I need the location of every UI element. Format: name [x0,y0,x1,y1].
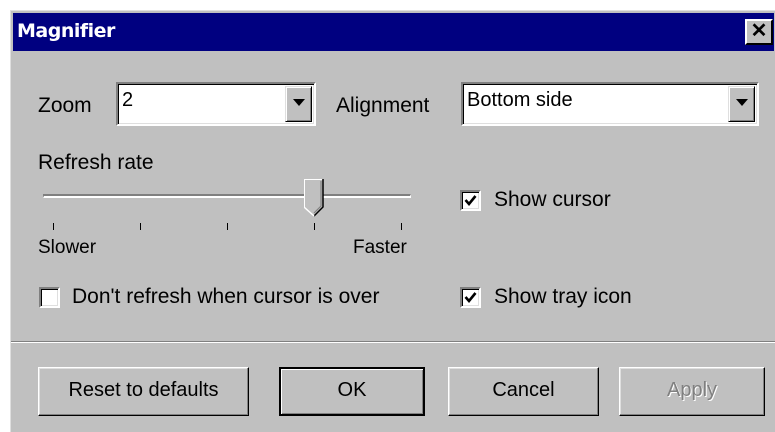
dont-refresh-checkbox[interactable] [39,287,60,308]
ok-button[interactable]: OK [279,367,425,416]
refresh-rate-label: Refresh rate [38,151,154,174]
slider-thumb-icon [303,178,324,217]
show-cursor-checkbox[interactable] [460,190,481,211]
dont-refresh-label: Don't refresh when cursor is over [72,285,380,308]
window-title: Magnifier [17,20,115,42]
zoom-label: Zoom [38,94,92,117]
close-icon: ✕ [750,20,768,42]
refresh-rate-slider-thumb[interactable] [303,178,324,217]
alignment-dropdown-button[interactable] [728,86,755,122]
show-cursor-label: Show cursor [494,188,611,211]
slider-tick [401,223,402,230]
title-bar[interactable]: Magnifier ✕ [13,13,774,51]
close-button[interactable]: ✕ [745,19,773,45]
alignment-value: Bottom side [467,89,573,111]
zoom-dropdown-button[interactable] [285,86,312,122]
zoom-value: 2 [122,89,134,111]
alignment-select[interactable]: Bottom side [461,82,759,126]
faster-label: Faster [353,237,407,258]
slider-tick [140,223,141,230]
apply-button[interactable]: Apply [619,367,765,416]
show-tray-icon-checkbox[interactable] [460,287,481,308]
show-tray-icon-label: Show tray icon [494,285,632,308]
separator [11,341,775,343]
checkmark-icon [464,195,477,207]
reset-to-defaults-button[interactable]: Reset to defaults [38,367,249,416]
checkmark-icon [464,292,477,304]
slider-tick [314,223,315,230]
alignment-label: Alignment [336,94,430,117]
slider-tick [53,223,54,230]
refresh-rate-track[interactable] [43,194,411,198]
zoom-select[interactable]: 2 [116,82,316,126]
magnifier-dialog: Magnifier ✕ Zoom 2 Alignment Bottom side… [10,10,775,432]
cancel-button[interactable]: Cancel [448,367,599,416]
slider-tick [227,223,228,230]
slower-label: Slower [38,237,97,258]
